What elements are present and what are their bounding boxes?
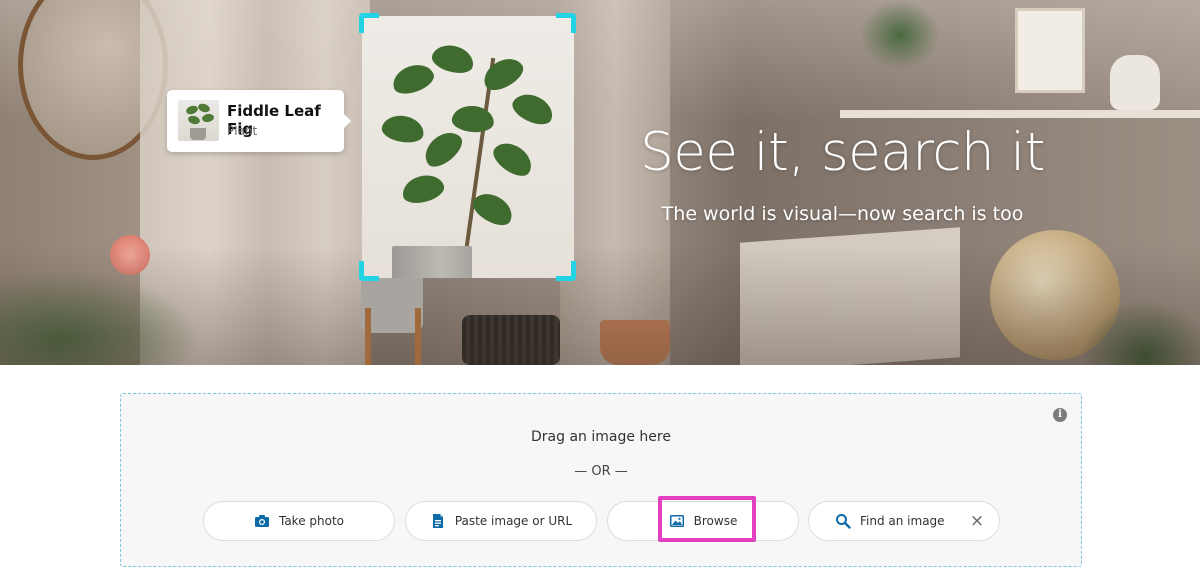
drag-instruction: Drag an image here: [531, 429, 671, 445]
browse-label: Browse: [693, 514, 738, 528]
take-photo-button[interactable]: Take photo: [203, 501, 395, 541]
object-thumbnail: [178, 100, 219, 141]
background-plant: [860, 0, 940, 70]
plant-leaf: [184, 104, 200, 116]
search-icon: [835, 513, 851, 529]
plant-leaf: [488, 136, 538, 182]
image-drop-zone[interactable]: i Drag an image here — OR — Take photo P…: [120, 393, 1082, 567]
selection-corner-handle[interactable]: [359, 261, 379, 281]
plant-leaf: [418, 125, 468, 173]
close-icon[interactable]: ×: [969, 513, 985, 530]
plant-leaf: [508, 88, 558, 130]
selection-corner-handle[interactable]: [359, 13, 379, 33]
plant-leaf: [196, 102, 212, 114]
plant-leaf: [187, 114, 201, 126]
hero-subtitle: The world is visual—now search is too: [661, 203, 1024, 225]
stand-leg: [415, 308, 421, 365]
plant-leaf: [399, 171, 447, 207]
info-icon[interactable]: i: [1053, 408, 1067, 422]
find-image-input[interactable]: Find an image ×: [808, 501, 1000, 541]
object-category: Plant: [227, 124, 258, 138]
background-vase: [1110, 55, 1160, 110]
hero-title: See it, search it: [640, 122, 1045, 183]
image-icon: [669, 513, 685, 529]
hero-background: [0, 245, 1200, 365]
document-icon: [430, 513, 446, 529]
browse-button[interactable]: Browse: [607, 501, 799, 541]
or-divider: — OR —: [574, 464, 628, 479]
find-image-label: Find an image: [860, 514, 945, 528]
background-shelf: [840, 110, 1200, 118]
selected-object-image[interactable]: [362, 16, 574, 278]
stand-leg: [365, 308, 371, 365]
take-photo-label: Take photo: [278, 514, 345, 528]
selection-corner-handle[interactable]: [556, 261, 576, 281]
object-tag-card[interactable]: Fiddle Leaf Fig Plant: [167, 90, 351, 152]
paste-image-button[interactable]: Paste image or URL: [405, 501, 597, 541]
plant-leaf: [429, 41, 477, 77]
background-frame: [1015, 8, 1085, 93]
paste-image-label: Paste image or URL: [454, 514, 573, 528]
plant-leaf: [380, 112, 426, 146]
plant-leaf: [388, 59, 438, 99]
camera-icon: [254, 513, 270, 529]
selection-corner-handle[interactable]: [556, 13, 576, 33]
plant-pot: [190, 128, 206, 140]
plant-stand: [343, 278, 443, 365]
plant-leaf: [201, 113, 215, 123]
hero-banner: Fiddle Leaf Fig Plant See it, search it …: [0, 0, 1200, 365]
plant-pot: [392, 246, 472, 278]
plant-leaf: [450, 104, 496, 134]
